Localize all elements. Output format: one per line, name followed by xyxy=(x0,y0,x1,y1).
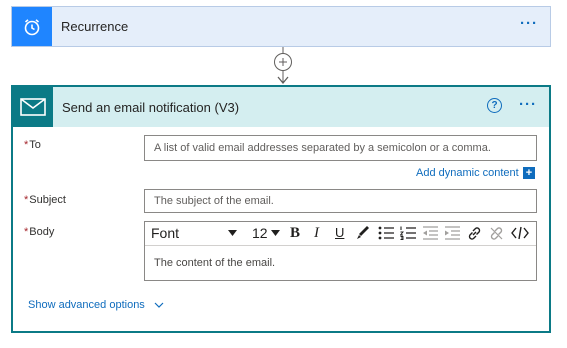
advanced-options-label: Show advanced options xyxy=(28,299,145,311)
increase-indent-icon[interactable] xyxy=(444,226,460,240)
recurrence-more-button[interactable]: ··· xyxy=(520,15,538,32)
font-size-select[interactable]: 12 xyxy=(252,225,268,241)
body-label: *Body xyxy=(24,226,55,238)
add-dynamic-content-link[interactable]: Add dynamic content xyxy=(416,167,519,179)
subject-input[interactable]: The subject of the email. xyxy=(144,189,537,213)
mail-icon xyxy=(13,87,53,127)
email-card-title: Send an email notification (V3) xyxy=(62,100,240,115)
required-marker: * xyxy=(24,226,29,238)
step-connector xyxy=(271,47,295,85)
required-marker: * xyxy=(24,194,29,206)
show-advanced-options-link[interactable]: Show advanced options xyxy=(28,299,164,311)
decrease-indent-icon[interactable] xyxy=(422,226,438,240)
recurrence-title: Recurrence xyxy=(61,19,129,34)
to-label: *To xyxy=(24,139,41,151)
numbered-list-icon[interactable] xyxy=(400,226,416,240)
italic-button[interactable]: I xyxy=(314,225,319,241)
chevron-down-icon xyxy=(154,302,164,308)
email-action-card: Send an email notification (V3) ? ··· *T… xyxy=(11,85,551,333)
bulleted-list-icon[interactable] xyxy=(378,226,394,240)
font-select[interactable]: Font xyxy=(151,225,179,241)
alarm-clock-icon xyxy=(12,7,52,46)
to-placeholder: A list of valid email addresses separate… xyxy=(154,142,491,154)
font-dropdown-icon[interactable] xyxy=(228,230,237,236)
underline-button[interactable]: U xyxy=(335,225,344,241)
body-placeholder: The content of the email. xyxy=(154,257,276,269)
bold-button[interactable]: B xyxy=(290,225,300,241)
subject-placeholder: The subject of the email. xyxy=(154,195,274,207)
email-card-header[interactable]: Send an email notification (V3) ? ··· xyxy=(13,87,549,127)
editor-toolbar: Font 12 B I U xyxy=(145,222,536,246)
font-size-dropdown-icon[interactable] xyxy=(271,230,280,236)
recurrence-card[interactable]: Recurrence ··· xyxy=(11,6,551,47)
help-icon[interactable]: ? xyxy=(487,98,502,113)
email-more-button[interactable]: ··· xyxy=(519,96,537,113)
body-editor[interactable]: Font 12 B I U The content of the email. xyxy=(144,221,537,281)
required-marker: * xyxy=(24,139,29,151)
font-color-icon[interactable] xyxy=(356,225,370,241)
code-view-icon[interactable] xyxy=(511,226,529,240)
subject-label: *Subject xyxy=(24,194,66,206)
add-dynamic-content-icon[interactable]: + xyxy=(523,167,535,179)
unlink-icon[interactable] xyxy=(489,226,504,241)
link-icon[interactable] xyxy=(467,226,482,241)
to-input[interactable]: A list of valid email addresses separate… xyxy=(144,135,537,161)
